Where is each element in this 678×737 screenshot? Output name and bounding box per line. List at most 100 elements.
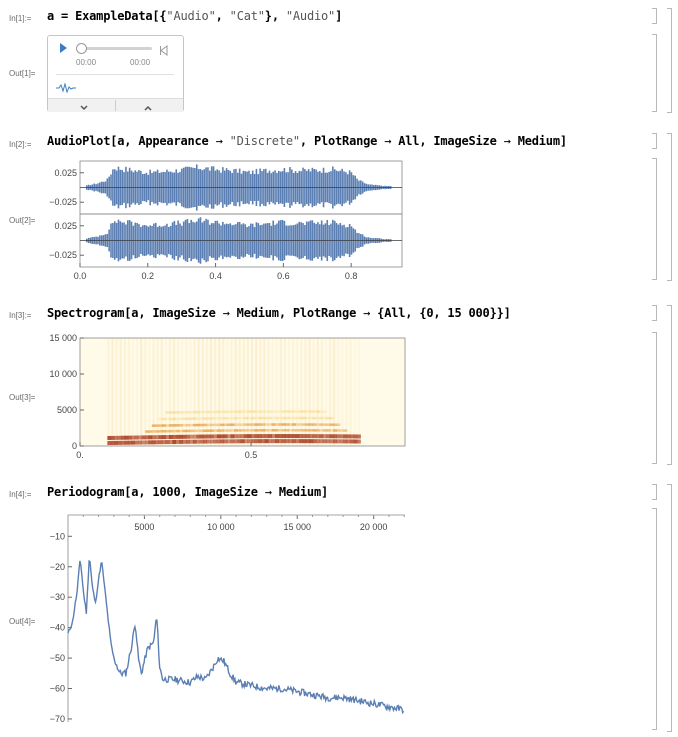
harmonic-band [288,410,293,413]
harmonic-band [199,429,204,433]
cell-bracket-4-in[interactable] [652,484,657,500]
y-tick-label: −40 [50,623,65,633]
harmonic-band [227,439,231,444]
harmonic-band [261,429,266,432]
harmonic-band [302,429,307,432]
input-cell-4[interactable]: Periodogram[a, 1000, ImageSize → Medium] [47,485,328,499]
harmonic-band [254,429,259,432]
harmonic-band [223,423,228,427]
harmonic-band [350,439,355,444]
spectral-streak [119,338,122,446]
harmonic-band [340,429,344,432]
harmonic-band [182,423,187,427]
cell-group-bracket-1[interactable] [667,8,672,113]
harmonic-band [227,417,231,420]
cell-group-bracket-2[interactable] [667,133,672,281]
harmonic-band [326,439,331,444]
y-tick-label: −30 [50,592,65,602]
harmonic-band [216,410,221,414]
x-tick-label: 0.4 [209,271,222,281]
input-cell-1[interactable]: a = ExampleData[{"Audio", "Cat"}, "Audio… [47,9,342,23]
y-tick-label: −0.025 [49,197,77,207]
cell-bracket-4-out[interactable] [652,508,657,730]
harmonic-band [281,423,286,426]
harmonic-band [158,424,163,427]
harmonic-band [196,434,201,439]
harmonic-band [230,423,235,426]
cell-bracket-2-in[interactable] [652,133,657,149]
harmonic-band [264,434,269,439]
harmonic-band [264,423,269,426]
harmonic-band [237,423,242,426]
harmonic-band [292,423,296,426]
harmonic-band [223,410,228,414]
cell-bracket-1-in[interactable] [652,8,657,24]
harmonic-band [189,429,194,433]
harmonic-band [285,410,290,413]
harmonic-band [220,423,225,427]
harmonic-band [155,430,160,433]
harmonic-band [213,410,218,414]
harmonic-band [312,439,317,444]
harmonic-band [192,429,197,433]
spectral-streak [111,338,114,446]
harmonic-band [322,434,327,439]
harmonic-band [172,439,177,444]
harmonic-band [155,440,160,445]
input-cell-3[interactable]: Spectrogram[a, ImageSize → Medium, PlotR… [47,306,511,320]
harmonic-band [264,439,269,444]
harmonic-band [322,429,327,432]
harmonic-band [295,410,300,413]
skip-end-icon[interactable] [159,43,169,56]
harmonic-band [319,423,324,426]
harmonic-band [309,434,313,439]
cell-bracket-3-out[interactable] [652,332,657,464]
harmonic-band [240,439,245,444]
spectral-streak [357,338,360,446]
harmonic-band [175,439,180,444]
harmonic-band [233,410,238,413]
harmonic-band [278,429,283,432]
spectral-streak [152,338,155,446]
cell-bracket-2-out[interactable] [652,158,657,280]
cell-bracket-3-in[interactable] [652,305,657,321]
spectral-streak [123,338,126,446]
harmonic-band [175,417,180,421]
harmonic-band [275,434,279,439]
harmonic-band [312,416,317,420]
progress-handle[interactable] [76,43,87,54]
cell-bracket-1-out[interactable] [652,34,657,112]
harmonic-band [165,411,170,414]
chevron-up-icon[interactable] [143,100,153,118]
spectral-streak [140,338,143,446]
harmonic-band [189,439,194,444]
harmonic-band [271,439,276,444]
harmonic-band [151,430,156,433]
progress-track[interactable] [76,47,152,50]
input-cell-2[interactable]: AudioPlot[a, Appearance → "Discrete", Pl… [47,134,567,148]
harmonic-band [138,440,142,445]
harmonic-band [316,429,320,432]
harmonic-band [175,424,180,427]
harmonic-band [230,434,235,439]
harmonic-band [148,435,153,440]
spectral-streak [160,338,163,446]
code-text: Periodogram[a, 1000, ImageSize [47,485,265,499]
harmonic-band [251,434,255,439]
harmonic-band [162,440,166,445]
harmonic-band [162,435,166,440]
play-icon[interactable] [60,43,67,53]
harmonic-band [203,410,207,414]
harmonic-band [172,424,177,427]
harmonic-band [162,430,166,433]
cell-group-bracket-4[interactable] [667,484,672,732]
harmonic-band [244,439,248,444]
chevron-down-icon[interactable] [79,100,89,118]
x-tick-label: 0.2 [142,271,155,281]
harmonic-band [275,439,279,444]
cell-group-bracket-3[interactable] [667,305,672,465]
code-string: "Audio" [166,9,216,23]
harmonic-band [271,434,276,439]
harmonic-band [353,439,358,444]
harmonic-band [305,434,310,439]
